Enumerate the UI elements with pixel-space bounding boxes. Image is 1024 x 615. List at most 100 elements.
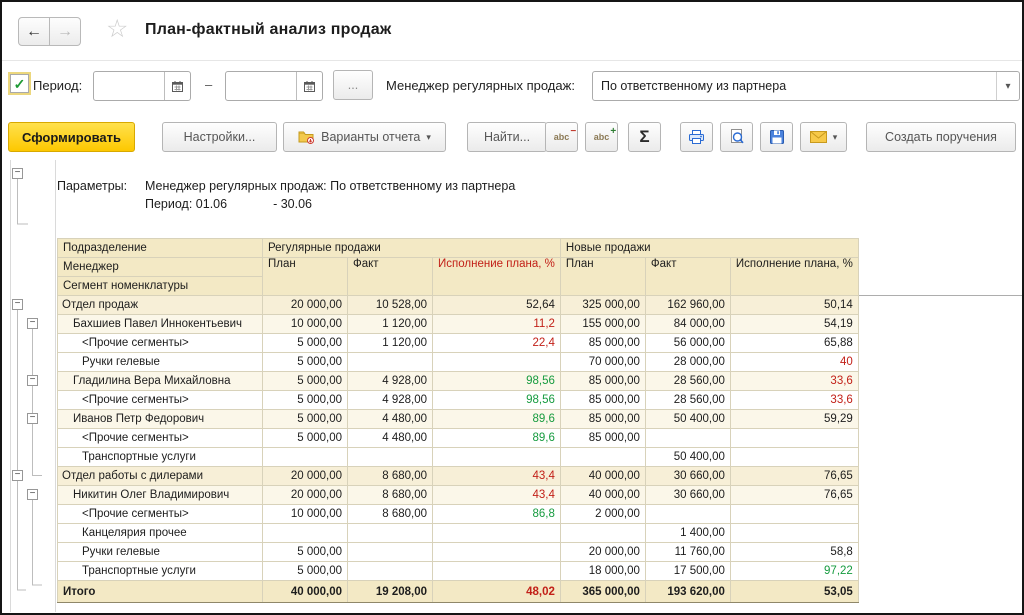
header-measure[interactable]: Исполнение плана, % bbox=[433, 258, 561, 296]
value-cell[interactable]: 4 928,00 bbox=[348, 372, 433, 391]
value-cell[interactable]: 70 000,00 bbox=[560, 353, 645, 372]
value-cell[interactable]: 17 500,00 bbox=[645, 562, 730, 581]
manager-select[interactable]: По ответственному из партнера ▾ bbox=[592, 71, 1020, 101]
value-cell[interactable]: 1 120,00 bbox=[348, 315, 433, 334]
value-cell[interactable] bbox=[433, 543, 561, 562]
value-cell[interactable]: 50,14 bbox=[730, 296, 858, 315]
row-name-cell[interactable]: Ручки гелевые bbox=[58, 543, 263, 562]
value-cell[interactable] bbox=[348, 524, 433, 543]
row-name-cell[interactable]: Бахшиев Павел Иннокентьевич bbox=[58, 315, 263, 334]
value-cell[interactable]: 33,6 bbox=[730, 372, 858, 391]
row-name-cell[interactable]: <Прочие сегменты> bbox=[58, 391, 263, 410]
value-cell[interactable]: 85 000,00 bbox=[560, 372, 645, 391]
value-cell[interactable]: 85 000,00 bbox=[560, 334, 645, 353]
period-more-button[interactable]: ... bbox=[333, 70, 373, 100]
total-value-cell[interactable]: 365 000,00 bbox=[560, 581, 645, 603]
value-cell[interactable]: 30 660,00 bbox=[645, 467, 730, 486]
value-cell[interactable]: 28 560,00 bbox=[645, 372, 730, 391]
value-cell[interactable]: 10 000,00 bbox=[263, 315, 348, 334]
row-name-cell[interactable]: Транспортные услуги bbox=[58, 562, 263, 581]
value-cell[interactable]: 28 000,00 bbox=[645, 353, 730, 372]
row-name-cell[interactable]: Гладилина Вера Михайловна bbox=[58, 372, 263, 391]
value-cell[interactable]: 98,56 bbox=[433, 372, 561, 391]
report-variants-button[interactable]: Варианты отчета ▾ bbox=[283, 122, 446, 152]
value-cell[interactable]: 54,19 bbox=[730, 315, 858, 334]
value-cell[interactable]: 11,2 bbox=[433, 315, 561, 334]
value-cell[interactable] bbox=[348, 543, 433, 562]
value-cell[interactable]: 20 000,00 bbox=[560, 543, 645, 562]
row-name-cell[interactable]: Отдел работы с дилерами bbox=[58, 467, 263, 486]
value-cell[interactable]: 325 000,00 bbox=[560, 296, 645, 315]
value-cell[interactable]: 85 000,00 bbox=[560, 391, 645, 410]
value-cell[interactable]: 11 760,00 bbox=[645, 543, 730, 562]
value-cell[interactable]: 85 000,00 bbox=[560, 429, 645, 448]
value-cell[interactable]: 30 660,00 bbox=[645, 486, 730, 505]
row-name-cell[interactable]: <Прочие сегменты> bbox=[58, 334, 263, 353]
total-value-cell[interactable]: 48,02 bbox=[433, 581, 561, 603]
collapse-groups-button[interactable]: abc− bbox=[545, 122, 578, 152]
save-button[interactable] bbox=[760, 122, 793, 152]
value-cell[interactable] bbox=[433, 562, 561, 581]
value-cell[interactable]: 8 680,00 bbox=[348, 486, 433, 505]
totals-button[interactable]: Σ bbox=[628, 122, 661, 152]
group-collapse-toggle[interactable]: − bbox=[12, 470, 23, 481]
value-cell[interactable] bbox=[560, 448, 645, 467]
value-cell[interactable]: 76,65 bbox=[730, 486, 858, 505]
value-cell[interactable] bbox=[730, 524, 858, 543]
value-cell[interactable] bbox=[560, 524, 645, 543]
header-measure[interactable]: Факт bbox=[645, 258, 730, 296]
forward-button[interactable]: → bbox=[50, 17, 81, 46]
value-cell[interactable]: 89,6 bbox=[433, 429, 561, 448]
value-cell[interactable]: 18 000,00 bbox=[560, 562, 645, 581]
value-cell[interactable]: 84 000,00 bbox=[645, 315, 730, 334]
value-cell[interactable]: 97,22 bbox=[730, 562, 858, 581]
send-mail-button[interactable]: ▾ bbox=[800, 122, 847, 152]
value-cell[interactable]: 86,8 bbox=[433, 505, 561, 524]
value-cell[interactable]: 20 000,00 bbox=[263, 467, 348, 486]
value-cell[interactable]: 58,8 bbox=[730, 543, 858, 562]
total-value-cell[interactable]: 53,05 bbox=[730, 581, 858, 603]
value-cell[interactable]: 10 528,00 bbox=[348, 296, 433, 315]
header-new-sales[interactable]: Новые продажи bbox=[560, 239, 858, 258]
value-cell[interactable]: 22,4 bbox=[433, 334, 561, 353]
row-name-cell[interactable]: Никитин Олег Владимирович bbox=[58, 486, 263, 505]
calendar-button[interactable] bbox=[164, 72, 190, 100]
value-cell[interactable] bbox=[730, 505, 858, 524]
value-cell[interactable] bbox=[730, 429, 858, 448]
row-name-cell[interactable]: <Прочие сегменты> bbox=[58, 505, 263, 524]
value-cell[interactable]: 1 120,00 bbox=[348, 334, 433, 353]
group-collapse-toggle[interactable]: − bbox=[12, 299, 23, 310]
value-cell[interactable] bbox=[433, 524, 561, 543]
expand-groups-button[interactable]: abc+ bbox=[585, 122, 618, 152]
value-cell[interactable]: 33,6 bbox=[730, 391, 858, 410]
total-value-cell[interactable]: 193 620,00 bbox=[645, 581, 730, 603]
header-manager[interactable]: Менеджер bbox=[58, 258, 263, 277]
value-cell[interactable]: 50 400,00 bbox=[645, 448, 730, 467]
row-name-cell[interactable]: Иванов Петр Федорович bbox=[58, 410, 263, 429]
total-name-cell[interactable]: Итого bbox=[58, 581, 263, 603]
create-tasks-button[interactable]: Создать поручения bbox=[866, 122, 1016, 152]
value-cell[interactable]: 1 400,00 bbox=[645, 524, 730, 543]
print-button[interactable] bbox=[680, 122, 713, 152]
row-name-cell[interactable]: Ручки гелевые bbox=[58, 353, 263, 372]
header-regular-sales[interactable]: Регулярные продажи bbox=[263, 239, 561, 258]
value-cell[interactable]: 20 000,00 bbox=[263, 296, 348, 315]
value-cell[interactable]: 5 000,00 bbox=[263, 429, 348, 448]
header-segment[interactable]: Сегмент номенклатуры bbox=[58, 277, 263, 296]
value-cell[interactable]: 4 480,00 bbox=[348, 410, 433, 429]
value-cell[interactable]: 50 400,00 bbox=[645, 410, 730, 429]
settings-button[interactable]: Настройки... bbox=[162, 122, 277, 152]
value-cell[interactable] bbox=[348, 353, 433, 372]
date-to-input[interactable] bbox=[225, 71, 323, 101]
value-cell[interactable]: 5 000,00 bbox=[263, 562, 348, 581]
value-cell[interactable]: 40 bbox=[730, 353, 858, 372]
preview-button[interactable] bbox=[720, 122, 753, 152]
value-cell[interactable]: 5 000,00 bbox=[263, 410, 348, 429]
value-cell[interactable]: 85 000,00 bbox=[560, 410, 645, 429]
value-cell[interactable]: 2 000,00 bbox=[560, 505, 645, 524]
value-cell[interactable]: 4 928,00 bbox=[348, 391, 433, 410]
value-cell[interactable]: 43,4 bbox=[433, 467, 561, 486]
value-cell[interactable]: 89,6 bbox=[433, 410, 561, 429]
value-cell[interactable]: 5 000,00 bbox=[263, 372, 348, 391]
value-cell[interactable]: 56 000,00 bbox=[645, 334, 730, 353]
